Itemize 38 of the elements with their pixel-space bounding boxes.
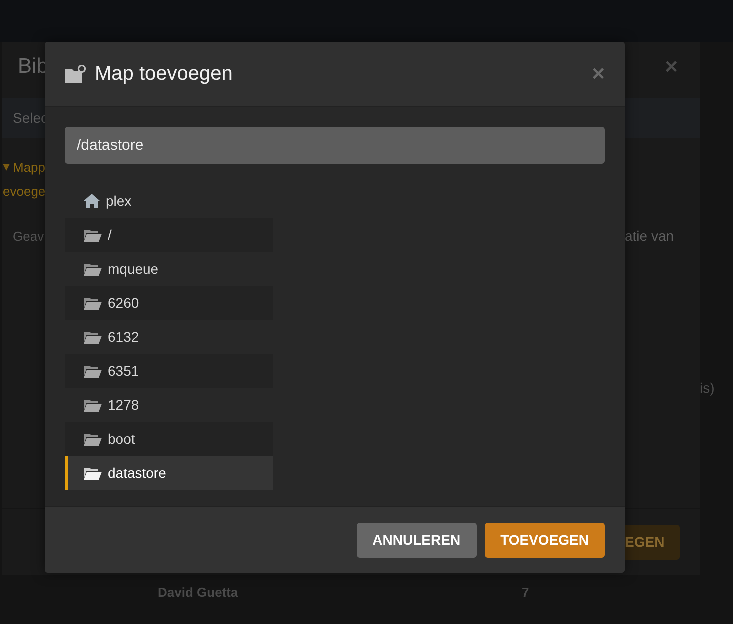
home-icon	[84, 194, 100, 208]
folder-icon	[84, 364, 102, 378]
folder-label: boot	[108, 431, 136, 447]
folder-label: datastore	[108, 465, 166, 481]
folder-icon	[84, 466, 102, 480]
folder-add-icon	[65, 65, 87, 83]
folder-icon	[84, 432, 102, 446]
folder-icon	[84, 262, 102, 276]
folder-label: mqueue	[108, 261, 159, 277]
cancel-button[interactable]: ANNULEREN	[356, 522, 477, 558]
path-field[interactable]: /datastore	[65, 127, 605, 164]
folder-item[interactable]: 6260	[65, 286, 273, 320]
folder-item[interactable]: boot	[65, 422, 273, 456]
folder-item[interactable]: 1278	[65, 388, 273, 422]
folder-label: 6260	[108, 295, 140, 311]
folder-item[interactable]: datastore	[65, 456, 273, 490]
hint-text: Geav	[13, 228, 44, 244]
folder-label: 6132	[108, 329, 140, 345]
folder-icon	[84, 330, 102, 344]
note-text: is)	[699, 380, 715, 396]
folder-label: plex	[106, 193, 132, 209]
folder-label: 1278	[108, 397, 140, 413]
folder-item[interactable]: mqueue	[65, 252, 273, 286]
folder-icon	[84, 228, 102, 242]
close-icon: ×	[665, 54, 678, 80]
notice-text: evoege	[3, 184, 46, 198]
hint-text: atie van	[625, 228, 674, 244]
folder-label: 6351	[108, 363, 140, 379]
folder-item[interactable]: /	[65, 218, 273, 252]
folder-icon	[84, 398, 102, 412]
folder-item[interactable]: 6132	[65, 320, 273, 354]
folder-item[interactable]: 6351	[65, 354, 273, 388]
folder-item[interactable]: plex	[65, 184, 273, 218]
folder-label: /	[108, 227, 112, 243]
dialog-title: Map toevoegen	[95, 62, 234, 86]
caret-icon	[3, 164, 10, 170]
folder-icon	[84, 296, 102, 310]
notice-text: Mapp	[13, 160, 46, 174]
